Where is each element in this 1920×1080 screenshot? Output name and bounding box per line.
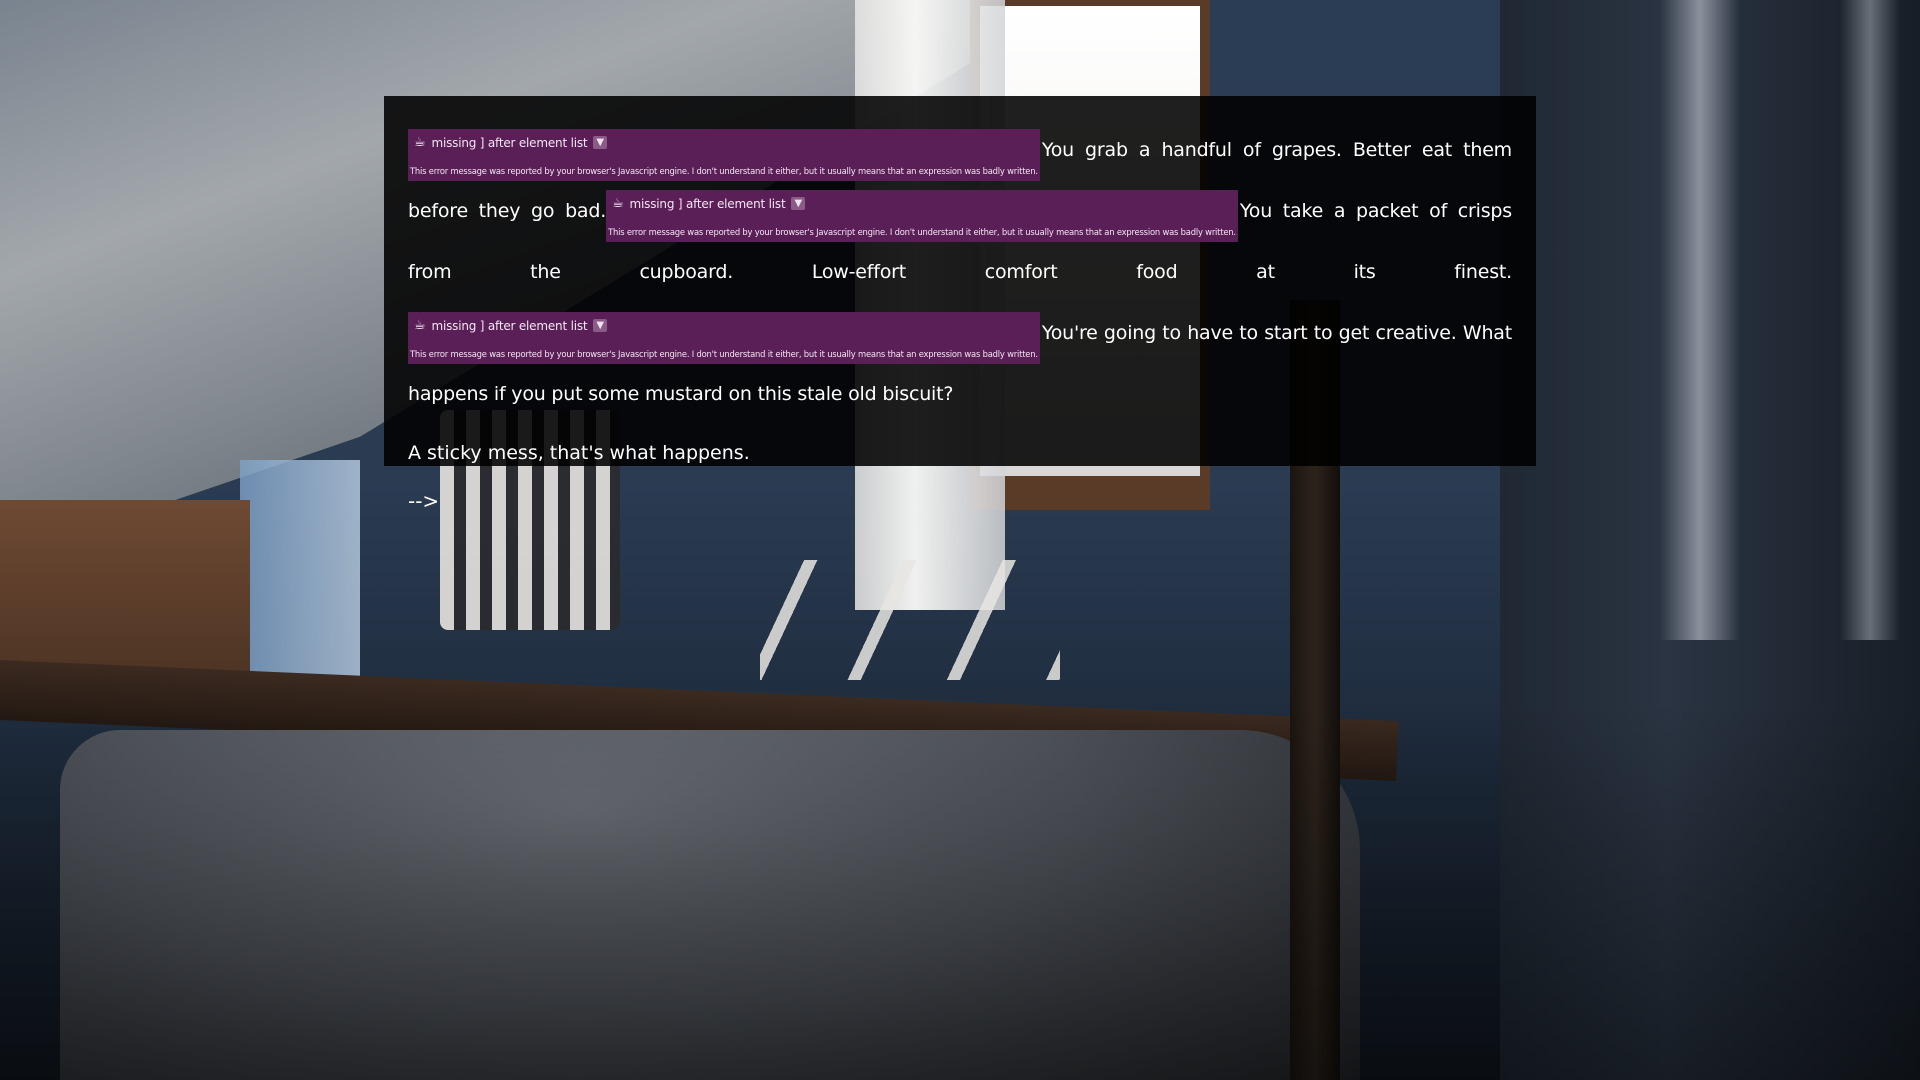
error-box: ☕ missing ] after element list ▼ This er… [408, 129, 1040, 181]
next-link[interactable]: --> [408, 489, 439, 513]
error-title: missing ] after element list [431, 318, 588, 333]
passage-text: ☕ missing ] after element list ▼ This er… [408, 120, 1512, 425]
coffee-cup-icon: ☕ [414, 318, 426, 333]
right-window-glow [1660, 0, 1740, 640]
error-header: ☕ missing ] after element list ▼ [410, 135, 1038, 150]
error-detail: This error message was reported by your … [608, 227, 1236, 237]
error-detail: This error message was reported by your … [410, 349, 1038, 359]
passage-text-4: A sticky mess, that's what happens. [408, 442, 750, 464]
error-title: missing ] after element list [431, 135, 588, 150]
story-passage: ☕ missing ] after element list ▼ This er… [384, 96, 1536, 513]
floor-shadow [0, 700, 1920, 1080]
coffee-cup-icon: ☕ [414, 135, 426, 150]
error-expand-button[interactable]: ▼ [593, 319, 607, 332]
coffee-cup-icon: ☕ [612, 196, 624, 211]
error-box: ☕ missing ] after element list ▼ This er… [408, 312, 1040, 364]
dresser-light [240, 460, 360, 680]
error-box: ☕ missing ] after element list ▼ This er… [606, 190, 1238, 242]
bed-slats [760, 560, 1060, 680]
error-header: ☕ missing ] after element list ▼ [608, 196, 1236, 211]
error-title: missing ] after element list [629, 196, 786, 211]
error-expand-button[interactable]: ▼ [593, 136, 607, 149]
error-expand-button[interactable]: ▼ [791, 197, 805, 210]
error-detail: This error message was reported by your … [410, 166, 1038, 176]
right-window-glow-2 [1840, 0, 1900, 640]
error-header: ☕ missing ] after element list ▼ [410, 318, 1038, 333]
